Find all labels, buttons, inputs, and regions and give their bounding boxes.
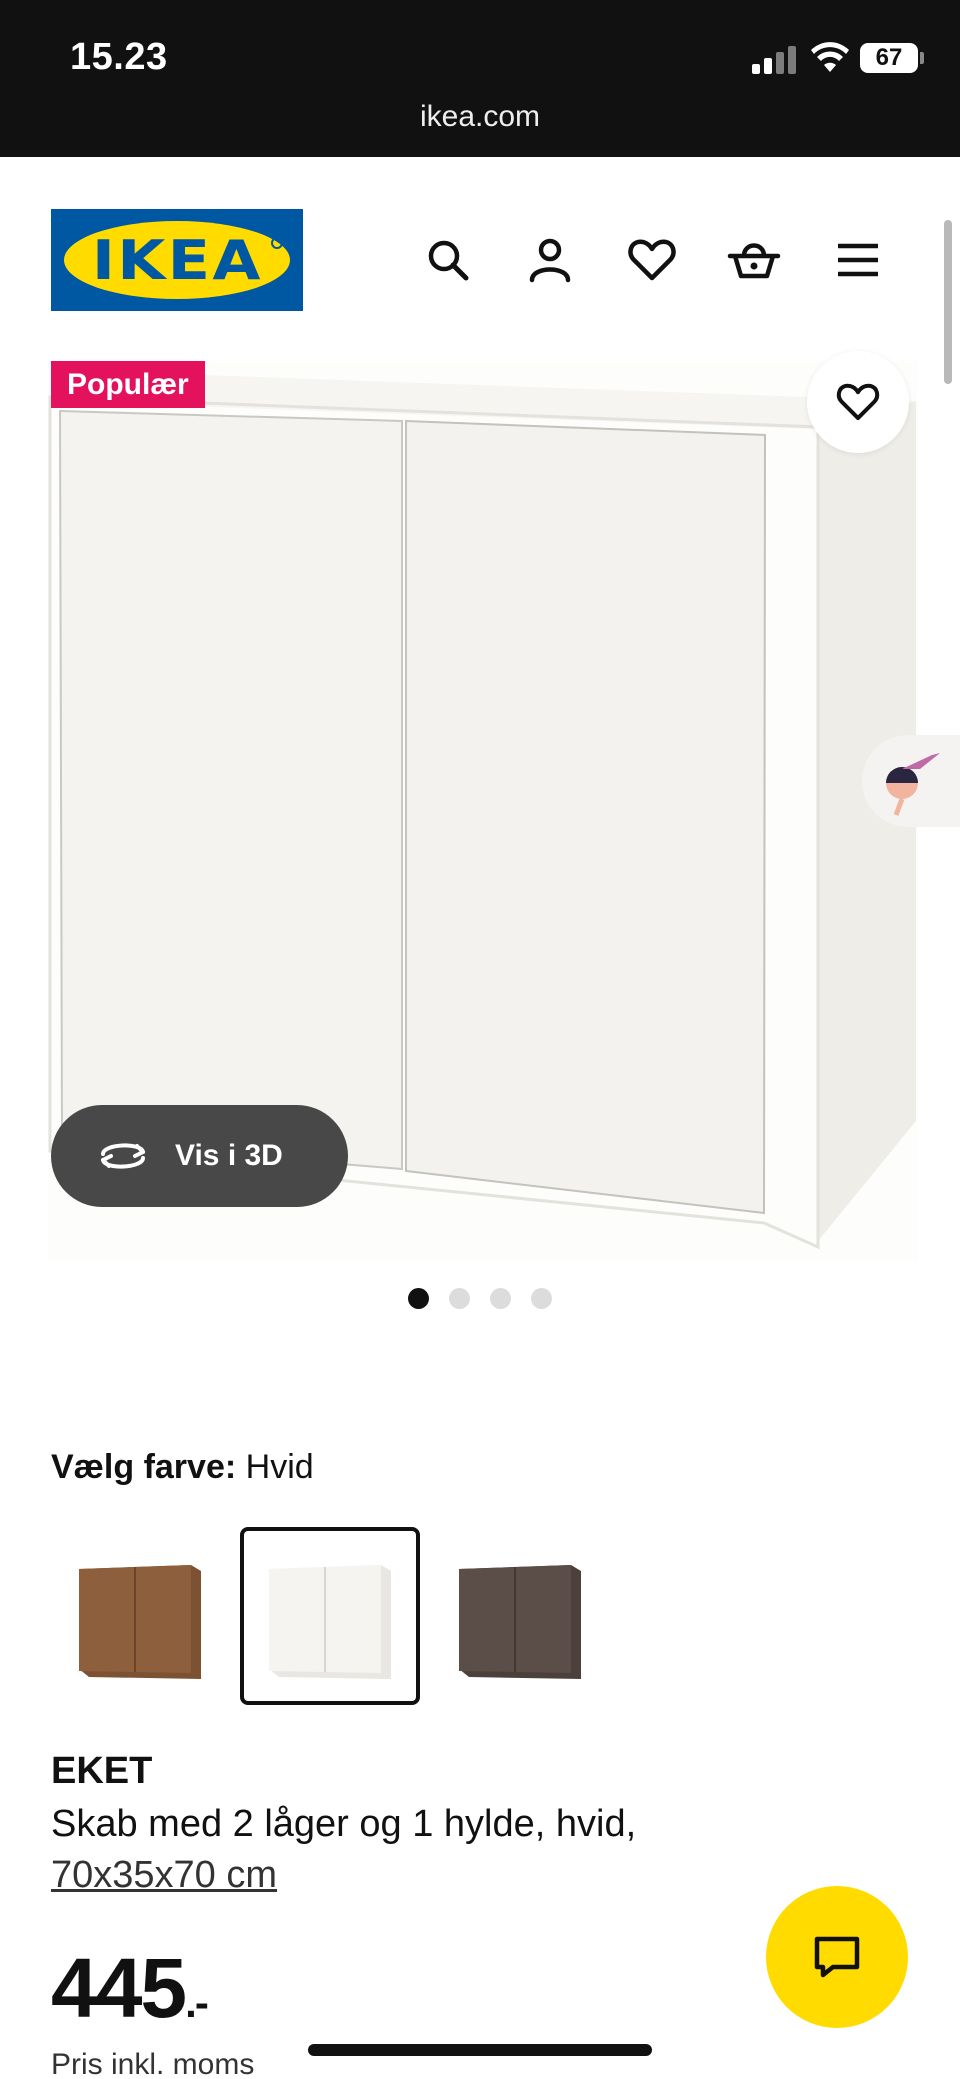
gallery-dot[interactable] (490, 1288, 511, 1309)
vat-note: Pris inkl. moms (51, 2048, 255, 2079)
page-scrollbar[interactable] (944, 220, 952, 384)
home-indicator[interactable] (308, 2044, 652, 2056)
battery-icon: 67 (860, 43, 924, 73)
status-bar: 15.23 67 ikea.com (0, 0, 960, 157)
gallery-dot[interactable] (408, 1288, 429, 1309)
color-swatch-dark-brown[interactable] (430, 1527, 610, 1705)
color-chooser-label: Vælg farve: Hvid (51, 1448, 314, 1487)
logo-text: IKEA (91, 228, 263, 292)
chat-icon (814, 1936, 860, 1978)
menu-icon[interactable] (830, 232, 886, 288)
heart-icon (836, 383, 880, 421)
add-to-favourites-button[interactable] (807, 351, 909, 453)
hummingbird-icon (886, 753, 940, 816)
price-suffix: .- (185, 1979, 209, 2026)
assistant-widget[interactable] (862, 735, 960, 827)
chat-button[interactable] (766, 1886, 908, 2028)
view-in-3d-label: Vis i 3D (175, 1139, 283, 1172)
price-amount: 445 (51, 1941, 187, 2035)
gallery-dot[interactable] (449, 1288, 470, 1309)
gallery-dot[interactable] (531, 1288, 552, 1309)
product-name: EKET (51, 1750, 153, 1792)
search-icon[interactable] (420, 232, 476, 288)
ikea-logo[interactable]: IKEA (51, 209, 303, 311)
status-time: 15.23 (70, 36, 168, 78)
popular-badge: Populær (51, 361, 205, 408)
address-bar-url[interactable]: ikea.com (0, 100, 960, 134)
account-icon[interactable] (522, 232, 578, 288)
product-size-link[interactable]: 70x35x70 cm (51, 1854, 277, 1897)
signal-icon (752, 44, 798, 74)
rotate-3d-icon (101, 1143, 145, 1169)
selected-color-value: Hvid (245, 1448, 314, 1486)
color-swatch-white[interactable] (240, 1527, 420, 1705)
color-swatch-walnut[interactable] (50, 1527, 230, 1705)
gallery-pagination[interactable] (408, 1288, 552, 1309)
basket-icon[interactable] (726, 232, 782, 288)
product-description: Skab med 2 låger og 1 hylde, hvid, (51, 1803, 637, 1845)
product-price: 445.- (51, 1940, 209, 2037)
heart-icon[interactable] (624, 232, 680, 288)
wifi-icon (811, 42, 849, 74)
view-in-3d-button[interactable]: Vis i 3D (51, 1105, 348, 1207)
color-label-text: Vælg farve: (51, 1448, 237, 1486)
